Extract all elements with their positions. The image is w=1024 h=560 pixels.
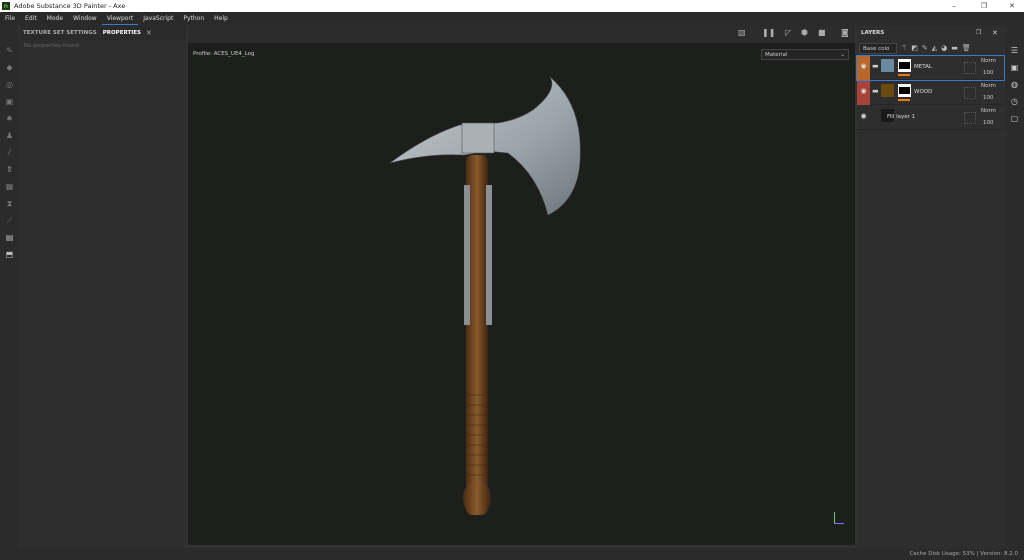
visibility-toggle[interactable]: ◉ <box>857 56 870 80</box>
opacity-value[interactable]: 100 <box>983 95 994 101</box>
close-panel-icon[interactable]: ✕ <box>992 29 998 37</box>
export-icon[interactable]: ▤ <box>0 229 19 246</box>
layer-name: WOOD <box>914 89 933 95</box>
menu-python[interactable]: Python <box>178 12 209 25</box>
layer-opacity-swatch <box>964 87 976 99</box>
layer-row[interactable]: ◉ ▬ METAL Norm 100 <box>856 55 1005 81</box>
channel-select[interactable]: Base colo ⌄ <box>859 42 897 62</box>
measure-icon[interactable]: ⟋ <box>0 212 19 229</box>
delete-layer-icon[interactable]: 🗑 <box>962 44 971 52</box>
display-settings-icon[interactable]: ◍ <box>1005 76 1024 93</box>
viewport[interactable]: ▧ ❚❚ ◸ ⬢ ■ ◙ Profile: ACES_UE4_Log Mater… <box>188 25 855 545</box>
float-panel-icon[interactable]: ❐ <box>976 29 981 36</box>
mask-thumbnail <box>898 84 911 97</box>
add-folder-icon[interactable]: ▬ <box>951 44 958 52</box>
layer-name: METAL <box>914 64 932 70</box>
menu-edit[interactable]: Edit <box>20 12 42 25</box>
window-title: Adobe Substance 3D Painter - Axe <box>14 2 126 10</box>
menu-javascript[interactable]: JavaScript <box>138 12 178 25</box>
title-bar: Pt Adobe Substance 3D Painter - Axe – ❐ … <box>0 0 1024 12</box>
projection-icon[interactable]: ◎ <box>0 76 19 93</box>
layer-row[interactable]: ◉ ▬ WOOD Norm 100 <box>857 81 1004 105</box>
menu-file[interactable]: File <box>0 12 20 25</box>
visibility-toggle[interactable]: ◉ <box>857 81 870 105</box>
minimize-button[interactable]: – <box>944 0 964 12</box>
blend-mode-select[interactable]: Norm <box>981 83 996 89</box>
layers-dock-icon[interactable]: ☰ <box>1005 42 1024 59</box>
layers-title: LAYERS <box>861 29 885 36</box>
polygon-fill-icon[interactable]: ▦ <box>0 178 19 195</box>
tool-bar: ✎ ◆ ◎ ▣ ♠ ♟ ⁄ ⇪ ▦ ⧗ ⟋ ▤ ⬒ <box>0 25 19 548</box>
mask-thumbnail <box>898 59 911 72</box>
add-paint-layer-icon[interactable]: ✎ <box>922 44 928 52</box>
add-effect-icon[interactable]: ⚚ <box>901 44 907 52</box>
menu-window[interactable]: Window <box>68 12 102 25</box>
right-dock-strip: ☰ ▣ ◍ ◷ ▢ <box>1005 25 1024 548</box>
smudge-icon[interactable]: ♠ <box>0 110 19 127</box>
menu-mode[interactable]: Mode <box>42 12 68 25</box>
layer-opacity-swatch <box>964 112 976 124</box>
layers-panel: LAYERS ❐ ✕ Base colo ⌄ ⚚ ◩ ✎ ◭ ◕ ▬ 🗑 ◉ ▬… <box>856 25 1005 548</box>
history-icon[interactable]: ⧗ <box>0 195 19 212</box>
visibility-toggle[interactable]: ◉ <box>857 106 870 130</box>
tab-texture-set-settings[interactable]: TEXTURE SET SETTINGS <box>20 30 100 36</box>
layer-thumbnail <box>881 59 894 72</box>
opacity-value[interactable]: 100 <box>983 120 994 126</box>
layer-row[interactable]: ◉ Fill layer 1 Norm 100 <box>857 106 1004 130</box>
bake-icon[interactable]: ⇪ <box>0 161 19 178</box>
menu-viewport[interactable]: Viewport <box>101 12 139 25</box>
paint-brush-icon[interactable]: ✎ <box>0 42 19 59</box>
shelf-icon[interactable]: ⬒ <box>0 246 19 263</box>
mask-indicator <box>898 74 910 76</box>
axe-model <box>389 76 581 515</box>
close-window-button[interactable]: ✕ <box>1002 0 1022 12</box>
close-tab-icon[interactable]: ✕ <box>146 29 152 37</box>
color-picker-icon[interactable]: ⁄ <box>0 144 19 161</box>
menu-help[interactable]: Help <box>209 12 233 25</box>
folder-icon: ▬ <box>872 87 879 95</box>
clone-stamp-icon[interactable]: ♟ <box>0 127 19 144</box>
empty-properties-text: No properties found <box>24 43 79 49</box>
mask-indicator <box>898 99 910 101</box>
history-dock-icon[interactable]: ◷ <box>1005 93 1024 110</box>
folder-icon: ▬ <box>872 62 879 70</box>
layer-opacity-swatch <box>964 62 976 74</box>
axis-gizmo <box>834 512 844 524</box>
tab-properties[interactable]: PROPERTIES <box>100 30 144 36</box>
layer-thumbnail <box>881 84 894 97</box>
texture-set-icon[interactable]: ▣ <box>1005 59 1024 76</box>
app-logo: Pt <box>2 2 10 10</box>
add-smart-material-icon[interactable]: ◕ <box>941 44 947 52</box>
menu-bar: File Edit Mode Window Viewport JavaScrip… <box>0 12 1024 25</box>
status-bar: Cache Disk Usage: 53% | Version: 8.2.0 <box>0 548 1024 560</box>
blend-mode-select[interactable]: Norm <box>981 108 996 114</box>
channel-value: Base colo <box>863 45 890 52</box>
restore-button[interactable]: ❐ <box>974 0 994 12</box>
eraser-icon[interactable]: ◆ <box>0 59 19 76</box>
geometry-mask-icon[interactable]: ▣ <box>0 93 19 110</box>
add-fill-layer-icon[interactable]: ◭ <box>932 44 937 52</box>
layer-name: Fill layer 1 <box>887 114 916 120</box>
add-mask-icon[interactable]: ◩ <box>911 44 918 52</box>
opacity-value[interactable]: 100 <box>983 70 994 76</box>
properties-dock-icon[interactable]: ▢ <box>1005 110 1024 127</box>
blend-mode-select[interactable]: Norm <box>981 58 996 64</box>
properties-panel: TEXTURE SET SETTINGS PROPERTIES ✕ No pro… <box>20 25 186 548</box>
